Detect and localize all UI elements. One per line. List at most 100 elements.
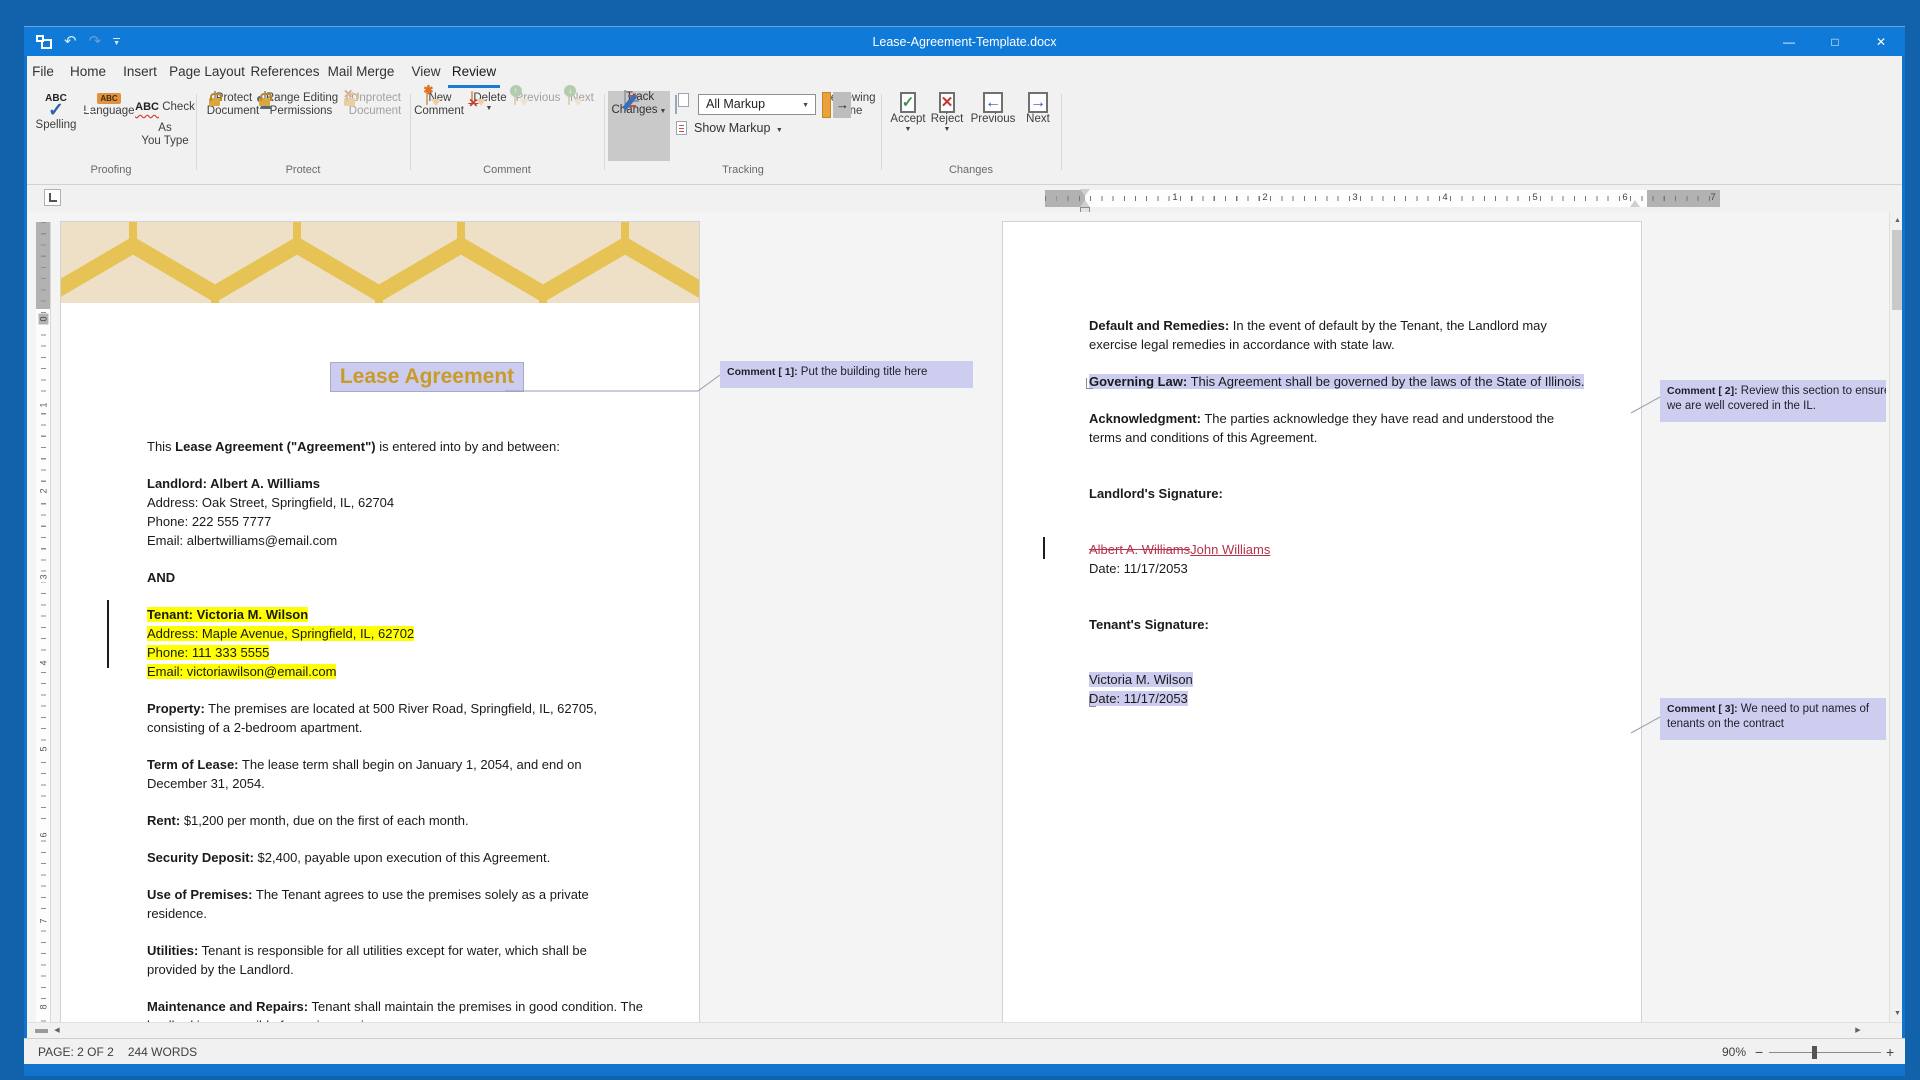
document-title: Lease Agreement: [147, 362, 699, 392]
zoom-out-button[interactable]: −: [1755, 1039, 1763, 1065]
previous-comment-button[interactable]: ↑ Previous: [513, 92, 561, 105]
page2-body: Default and Remedies: In the event of de…: [1089, 316, 1641, 726]
hexagon-banner: [61, 222, 699, 303]
tab-file[interactable]: File: [27, 56, 59, 88]
tab-references[interactable]: References: [247, 56, 323, 88]
deleted-text: Albert A. Williams: [1089, 542, 1190, 557]
paragraph-property: Property: The premises are located at 50…: [147, 699, 699, 737]
language-button[interactable]: ABC Language: [83, 92, 135, 118]
first-line-indent-marker[interactable]: [1080, 189, 1090, 196]
track-changes-icon: [624, 90, 626, 104]
window-right-edge: [1902, 56, 1905, 1064]
paragraph-governing-law: Governing Law: This Agreement shall be g…: [1089, 372, 1641, 391]
previous-change-button[interactable]: ← Previous: [967, 92, 1019, 126]
word-count: 244 WORDS: [128, 1039, 197, 1065]
vertical-ruler[interactable]: 0 1 2 3 4 5 6 7 8: [36, 222, 51, 1022]
document-page-2[interactable]: Default and Remedies: In the event of de…: [1003, 222, 1641, 1022]
next-comment-icon: ↓: [568, 92, 570, 104]
tab-mail-merge[interactable]: Mail Merge: [321, 56, 401, 88]
check-as-you-type-icon: ABC: [135, 101, 162, 113]
zoom-slider-thumb[interactable]: [1812, 1046, 1817, 1059]
lock-icon: [344, 98, 355, 106]
spelling-button[interactable]: ABC ✓ Spelling: [30, 92, 82, 132]
paragraph-tenant-highlighted: Tenant: Victoria M. Wilson Address: Mapl…: [147, 605, 699, 681]
status-bar: PAGE: 2 OF 2 244 WORDS 90% − +: [24, 1038, 1905, 1064]
horizontal-ruler[interactable]: 1 2 3 4 5 6 7: [1045, 190, 1720, 207]
paragraph-rent: Rent: $1,200 per month, due on the first…: [147, 811, 699, 830]
ruler-mark: 0: [39, 314, 49, 325]
group-label-protect: Protect: [243, 164, 363, 179]
desktop: ↶ ↷ ▼ Lease-Agreement-Template.docx — □ …: [0, 0, 1920, 1080]
reject-dropdown-icon[interactable]: ▼: [925, 126, 969, 134]
language-icon: ABC: [97, 92, 120, 104]
reject-cross-icon: ✕: [939, 92, 956, 113]
scroll-up-icon[interactable]: ▲: [1890, 217, 1902, 224]
ruler-mark: 7: [39, 916, 49, 927]
change-bar: [1043, 537, 1045, 559]
document-area: 0 1 2 3 4 5 6 7 8: [27, 212, 1902, 1022]
next-change-button[interactable]: → Next: [1016, 92, 1060, 126]
maximize-button[interactable]: □: [1825, 35, 1845, 49]
new-comment-button[interactable]: ✱ New Comment: [413, 92, 465, 118]
group-label-proofing: Proofing: [51, 164, 171, 179]
minimize-button[interactable]: —: [1779, 35, 1799, 49]
paragraph-tenant-name-highlighted: Victoria M. Wilson Date: 11/17/2053: [1089, 670, 1641, 708]
window-controls: — □ ✕: [1779, 27, 1891, 57]
group-separator: [196, 94, 197, 170]
tab-page-layout[interactable]: Page Layout: [166, 56, 248, 88]
unprotect-document-button[interactable]: ✕ Unprotect Document: [337, 92, 413, 118]
close-button[interactable]: ✕: [1871, 35, 1891, 49]
previous-comment-icon: ↑: [514, 92, 516, 104]
hanging-indent-marker[interactable]: [1080, 200, 1090, 207]
comment-3[interactable]: Comment [ 3]: We need to put names of te…: [1660, 698, 1886, 740]
range-editing-permissions-button[interactable]: Range Editing Permissions: [262, 92, 340, 118]
document-page-1[interactable]: Lease Agreement This Lease Agreement ("A…: [61, 222, 699, 1022]
inserted-text: John Williams: [1190, 542, 1270, 557]
accept-check-icon: ✓: [900, 92, 917, 113]
paragraph-maintenance: Maintenance and Repairs: Tenant shall ma…: [147, 997, 699, 1022]
vertical-scrollbar-thumb[interactable]: [1892, 230, 1902, 310]
group-label-changes: Changes: [911, 164, 1031, 179]
paragraph-default-remedies: Default and Remedies: In the event of de…: [1089, 316, 1641, 354]
next-change-icon: →: [1028, 92, 1048, 113]
right-indent-marker[interactable]: [1630, 200, 1640, 207]
group-separator: [1061, 94, 1062, 170]
markup-copy-icon[interactable]: [675, 96, 677, 114]
zoom-slider-track[interactable]: [1769, 1052, 1881, 1053]
next-comment-button[interactable]: ↓ Next: [561, 92, 601, 105]
comment-1[interactable]: Comment [ 1]: Put the building title her…: [720, 361, 973, 388]
scroll-down-icon[interactable]: ▼: [1890, 1010, 1902, 1017]
previous-change-icon: ←: [983, 92, 1003, 113]
ruler-mark: 5: [1529, 192, 1541, 203]
vertical-scrollbar[interactable]: ▲ ▼: [1889, 212, 1902, 1022]
lock-icon: [209, 98, 220, 106]
show-markup-icon: [676, 121, 687, 135]
group-separator: [410, 94, 411, 170]
group-separator: [604, 94, 605, 170]
reviewing-pane-button[interactable]: → Reviewing Pane: [817, 92, 881, 118]
delete-comment-button[interactable]: ✕ Delete ▼: [465, 92, 513, 113]
markup-view-select[interactable]: All Markup ▼: [698, 94, 816, 115]
group-label-comment: Comment: [447, 164, 567, 179]
ruler-mark: 8: [39, 1002, 49, 1013]
reject-change-button[interactable]: ✕ Reject ▼: [925, 92, 969, 134]
tab-insert[interactable]: Insert: [115, 56, 165, 88]
comment-2[interactable]: Comment [ 2]: Review this section to ens…: [1660, 380, 1886, 422]
titlebar: ↶ ↷ ▼ Lease-Agreement-Template.docx — □ …: [24, 26, 1905, 56]
ruler-mark: 2: [1259, 192, 1271, 203]
combo-caret-icon: ▼: [802, 102, 809, 110]
tab-review[interactable]: Review: [448, 56, 500, 88]
horizontal-scrollbar[interactable]: ◀ ▶: [27, 1022, 1902, 1038]
horizontal-scrollbar-thumb[interactable]: [35, 1029, 48, 1033]
zoom-in-button[interactable]: +: [1886, 1039, 1894, 1065]
scroll-left-icon[interactable]: ◀: [49, 1023, 65, 1038]
markup-view-value: All Markup: [706, 97, 765, 111]
tab-home[interactable]: Home: [64, 56, 112, 88]
show-markup-button[interactable]: Show Markup ▼: [694, 121, 783, 135]
paragraph-deposit: Security Deposit: $2,400, payable upon e…: [147, 848, 699, 867]
check-as-you-type-button[interactable]: ABC Check As You Type: [135, 92, 195, 148]
tab-stop-selector[interactable]: [44, 189, 61, 206]
group-separator: [881, 94, 882, 170]
track-changes-button[interactable]: Track Changes▼: [608, 91, 670, 161]
scroll-right-icon[interactable]: ▶: [1850, 1023, 1866, 1038]
